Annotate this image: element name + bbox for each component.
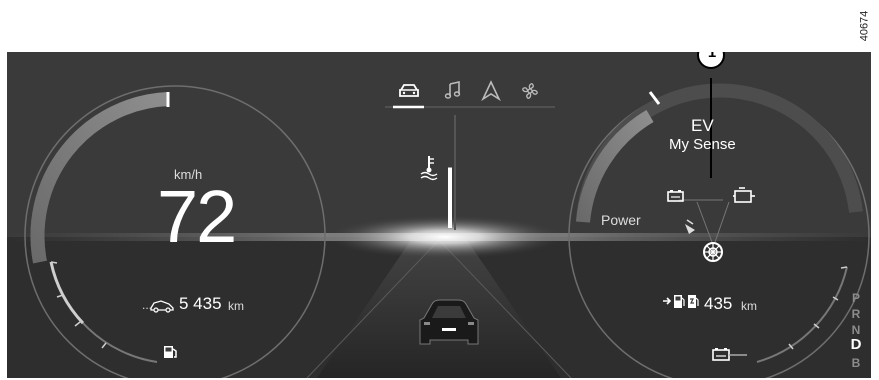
drive-mode-ev: EV (691, 116, 714, 135)
range-unit: km (741, 299, 757, 313)
cluster-graphics (7, 52, 871, 378)
battery-icon (667, 190, 684, 202)
car-icon[interactable] (399, 84, 419, 97)
gear-b: B (851, 356, 861, 370)
odometer-dots: ... (142, 298, 153, 312)
music-note-icon[interactable] (444, 81, 461, 99)
power-label: Power (601, 212, 641, 228)
speed-value: 72 (157, 175, 237, 258)
gear-d-selected: D (850, 336, 862, 353)
coolant-temperature-icon (420, 156, 438, 181)
temperature-level-bar (448, 167, 452, 228)
reference-code: 40674 (858, 10, 871, 42)
callout-number: 1 (707, 52, 717, 61)
gear-n: N (851, 323, 861, 337)
wheel-icon (703, 242, 723, 262)
gear-p: P (851, 291, 860, 305)
engine-icon (733, 187, 755, 203)
instrument-cluster: 1 km/h 72 ... 5 435 km EV My Sense Power… (7, 52, 871, 378)
gear-r: R (851, 307, 861, 321)
odometer-unit: km (228, 299, 244, 313)
fan-icon[interactable] (522, 83, 538, 99)
navigation-arrow-icon[interactable] (481, 80, 501, 102)
odometer-value: 5 435 (179, 294, 222, 313)
drive-mode-name: My Sense (669, 136, 736, 153)
range-value: 435 (704, 294, 733, 313)
horizon-glow (325, 215, 565, 259)
energy-flow-arrow-icon (685, 219, 695, 234)
